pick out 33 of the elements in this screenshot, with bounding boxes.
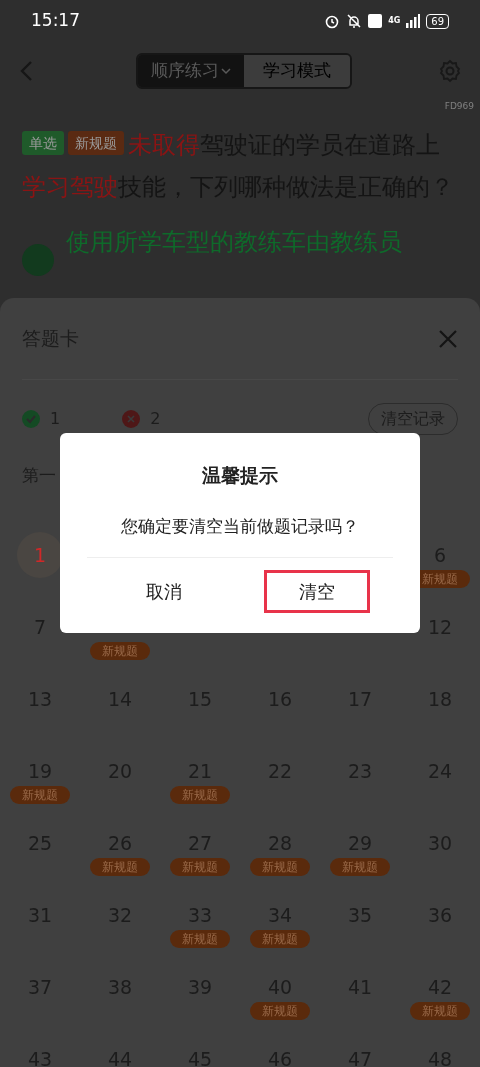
question-tag: 新规题 [68, 130, 124, 155]
close-icon[interactable] [438, 328, 458, 349]
cross-icon [122, 410, 141, 428]
new-rule-badge: 新规题 [90, 642, 150, 660]
question-code: FD969 [444, 100, 474, 113]
status-time: 15:17 [31, 9, 80, 33]
battery-indicator: 69 [426, 13, 449, 29]
mute-bell-icon [346, 13, 363, 29]
new-rule-badge: 新规题 [10, 786, 70, 804]
mode-tab[interactable]: 学习模式 [244, 55, 350, 87]
option-marker-icon [22, 243, 54, 276]
question-number[interactable]: 1 [17, 532, 63, 578]
mode-tab[interactable]: 顺序练习 [138, 55, 244, 87]
dialog-message: 您确定要清空当前做题记录吗？ [121, 514, 359, 538]
new-rule-badge: 新规题 [170, 858, 230, 876]
question-tag: 单选 [22, 130, 64, 155]
back-icon[interactable] [18, 60, 34, 82]
new-rule-badge: 新规题 [250, 930, 310, 948]
dialog-button[interactable]: 取消 [110, 569, 217, 613]
dialog-title: 温馨提示 [202, 463, 278, 488]
new-rule-badge: 新规题 [170, 930, 230, 948]
new-rule-badge: 新规题 [410, 1002, 470, 1020]
signal-icon [406, 14, 421, 28]
check-icon [22, 410, 40, 428]
new-rule-badge: 新规题 [250, 1002, 310, 1020]
network-label: 4G [388, 15, 401, 27]
dialog-button[interactable]: 清空 [263, 569, 370, 613]
new-rule-badge: 新规题 [90, 858, 150, 876]
new-rule-badge: 新规题 [170, 786, 230, 804]
option-text[interactable]: 使用所学车型的教练车由教练员 [66, 225, 402, 258]
new-rule-badge: 新规题 [330, 858, 390, 876]
new-rule-badge: 新规题 [250, 858, 310, 876]
alarm-icon [324, 13, 341, 29]
